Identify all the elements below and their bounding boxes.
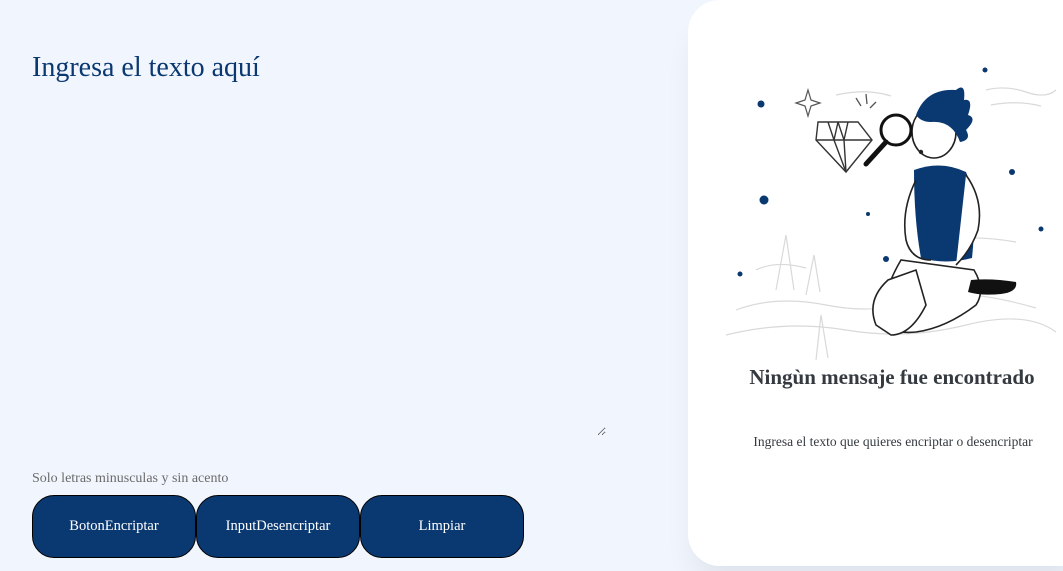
output-card: Ningùn mensaje fue encontrado Ingresa el… [688,0,1063,566]
message-textarea[interactable] [32,48,606,436]
input-section: Solo letras minusculas y sin acento Boto… [0,0,688,571]
person-with-magnifying-glass-illustration [725,67,1057,360]
clear-button[interactable]: Limpiar [360,495,524,558]
result-title: Ningùn mensaje fue encontrado [749,365,1035,389]
app-page: Solo letras minusculas y sin acento Boto… [0,0,1063,571]
encrypt-button[interactable]: BotonEncriptar [32,495,196,558]
result-subtitle: Ingresa el texto que quieres encriptar o… [753,434,1033,449]
decrypt-button[interactable]: InputDesencriptar [196,495,360,558]
input-hint: Solo letras minusculas y sin acento [32,471,229,486]
action-buttons: BotonEncriptar InputDesencriptar Limpiar [32,495,524,558]
